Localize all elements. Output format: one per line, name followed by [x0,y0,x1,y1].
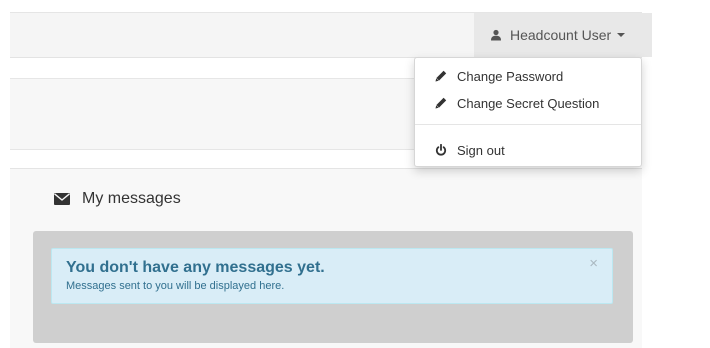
user-dropdown-menu: Change Password Change Secret Question S… [414,57,642,167]
alert-heading: You don't have any messages yet. [66,259,325,276]
user-name: Headcount User [510,27,612,43]
menu-item-change-secret-question[interactable]: Change Secret Question [415,92,641,114]
top-navbar: Headcount User [10,12,652,58]
user-menu-toggle[interactable]: Headcount User [474,13,652,57]
messages-well: You don't have any messages yet. Message… [33,231,633,343]
power-icon [435,144,447,156]
messages-panel: My messages You don't have any messages … [10,168,642,348]
menu-divider [415,124,641,125]
menu-item-change-password[interactable]: Change Password [415,65,641,87]
panel-title: My messages [54,190,181,208]
user-icon [491,29,501,41]
menu-item-label: Sign out [457,142,505,158]
menu-item-label: Change Secret Question [457,95,600,111]
pencil-icon [435,97,447,109]
pencil-icon [435,70,447,82]
envelope-icon [54,193,70,205]
menu-item-label: Change Password [457,68,564,84]
no-messages-alert: You don't have any messages yet. Message… [51,248,613,304]
caret-down-icon [617,33,626,37]
close-icon[interactable]: × [589,256,598,271]
alert-text: Messages sent to you will be displayed h… [66,280,285,292]
menu-item-sign-out[interactable]: Sign out [415,139,641,161]
panel-title-text: My messages [82,190,181,207]
